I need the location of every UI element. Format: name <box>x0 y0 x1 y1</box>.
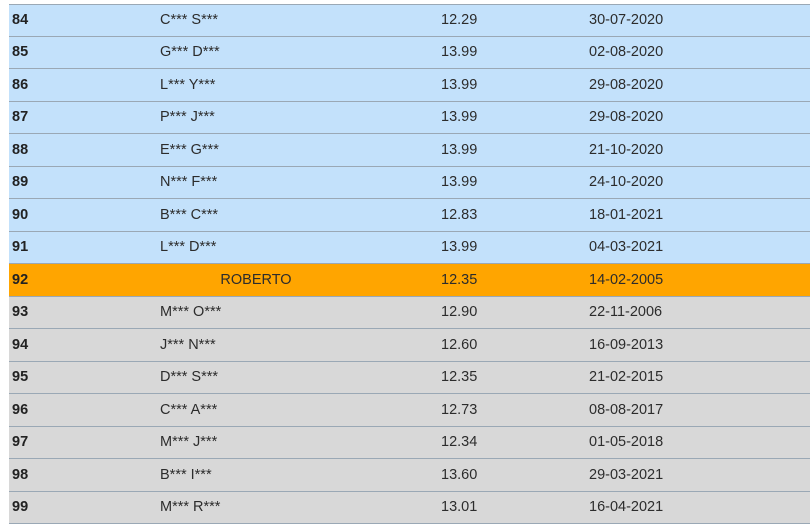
rank-cell: 86 <box>12 76 29 93</box>
table-row: 94 J*** N*** 12.60 16-09-2013 <box>9 329 810 362</box>
date-cell: 14-02-2005 <box>589 271 664 288</box>
table-row: 84 C*** S*** 12.29 30-07-2020 <box>9 4 810 37</box>
table-row: 96 C*** A*** 12.73 08-08-2017 <box>9 394 810 427</box>
name-cell: M*** O*** <box>160 304 222 321</box>
rank-cell: 99 <box>12 499 29 516</box>
date-cell: 29-08-2020 <box>589 109 664 126</box>
table-row: 89 N*** F*** 13.99 24-10-2020 <box>9 166 810 199</box>
score-cell: 12.83 <box>441 206 478 223</box>
name-cell: N*** F*** <box>160 174 218 191</box>
name-cell: G*** D*** <box>160 44 220 61</box>
ranking-table: 84 C*** S*** 12.29 30-07-2020 85 G*** D*** 13.… <box>9 4 810 524</box>
rank-cell: 98 <box>12 466 29 483</box>
table-row: 85 G*** D*** 13.99 02-08-2020 <box>9 36 810 69</box>
rank-cell: 85 <box>12 44 29 61</box>
date-cell: 22-11-2006 <box>589 304 663 321</box>
date-cell: 30-07-2020 <box>589 12 664 29</box>
score-cell: 13.99 <box>441 76 478 93</box>
rank-cell: 91 <box>12 239 29 256</box>
score-cell: 12.73 <box>441 401 478 418</box>
table-row: 86 L*** Y*** 13.99 29-08-2020 <box>9 69 810 102</box>
name-cell: M*** J*** <box>160 434 218 451</box>
score-cell: 13.99 <box>441 44 478 61</box>
name-cell: C*** A*** <box>160 401 218 418</box>
rank-cell: 87 <box>12 109 29 126</box>
score-cell: 13.01 <box>441 499 478 516</box>
date-cell: 18-01-2021 <box>589 206 664 223</box>
name-cell: B*** I*** <box>160 466 212 483</box>
name-cell: P*** J*** <box>160 109 215 126</box>
table-row: 90 B*** C*** 12.83 18-01-2021 <box>9 199 810 232</box>
name-cell: M*** R*** <box>160 499 221 516</box>
date-cell: 29-08-2020 <box>589 76 664 93</box>
table-row: 98 B*** I*** 13.60 29-03-2021 <box>9 459 810 492</box>
rank-cell: 94 <box>12 336 29 353</box>
name-cell: C*** S*** <box>160 12 219 29</box>
date-cell: 08-08-2017 <box>589 401 664 418</box>
score-cell: 12.35 <box>441 271 478 288</box>
score-cell: 12.60 <box>441 336 478 353</box>
score-cell: 13.99 <box>441 141 478 158</box>
name-cell: L*** D*** <box>160 239 217 256</box>
table-row: 88 E*** G*** 13.99 21-10-2020 <box>9 134 810 167</box>
rank-cell: 96 <box>12 401 29 418</box>
name-cell: ROBERTO <box>220 271 292 288</box>
name-cell: B*** C*** <box>160 206 219 223</box>
date-cell: 16-04-2021 <box>589 499 664 516</box>
date-cell: 04-03-2021 <box>589 239 664 256</box>
table-row: 99 M*** R*** 13.01 16-04-2021 <box>9 491 810 524</box>
table-row: 93 M*** O*** 12.90 22-11-2006 <box>9 296 810 329</box>
table-row: 91 L*** D*** 13.99 04-03-2021 <box>9 231 810 264</box>
table-row-highlighted: 92 ROBERTO 12.35 14-02-2005 <box>9 264 810 297</box>
date-cell: 21-10-2020 <box>589 141 664 158</box>
score-cell: 12.90 <box>441 304 478 321</box>
score-cell: 13.99 <box>441 174 478 191</box>
score-cell: 13.99 <box>441 239 478 256</box>
rank-cell: 90 <box>12 206 29 223</box>
rank-cell: 89 <box>12 174 29 191</box>
rank-cell: 92 <box>12 271 29 288</box>
score-cell: 12.29 <box>441 12 478 29</box>
date-cell: 16-09-2013 <box>589 336 664 353</box>
table-row: 95 D*** S*** 12.35 21-02-2015 <box>9 361 810 394</box>
date-cell: 29-03-2021 <box>589 466 664 483</box>
date-cell: 02-08-2020 <box>589 44 664 61</box>
left-gutter <box>0 0 9 527</box>
rank-cell: 97 <box>12 434 29 451</box>
name-cell: J*** N*** <box>160 336 216 353</box>
table-row: 97 M*** J*** 12.34 01-05-2018 <box>9 426 810 459</box>
rank-cell: 93 <box>12 304 29 321</box>
name-cell: L*** Y*** <box>160 76 216 93</box>
rank-cell: 88 <box>12 141 29 158</box>
date-cell: 21-02-2015 <box>589 369 664 386</box>
table-row: 87 P*** J*** 13.99 29-08-2020 <box>9 101 810 134</box>
rank-cell: 95 <box>12 369 29 386</box>
rank-cell: 84 <box>12 12 29 29</box>
score-cell: 12.35 <box>441 369 478 386</box>
name-cell: E*** G*** <box>160 141 219 158</box>
date-cell: 24-10-2020 <box>589 174 664 191</box>
score-cell: 13.60 <box>441 466 478 483</box>
name-cell: D*** S*** <box>160 369 219 386</box>
score-cell: 13.99 <box>441 109 478 126</box>
date-cell: 01-05-2018 <box>589 434 664 451</box>
score-cell: 12.34 <box>441 434 478 451</box>
